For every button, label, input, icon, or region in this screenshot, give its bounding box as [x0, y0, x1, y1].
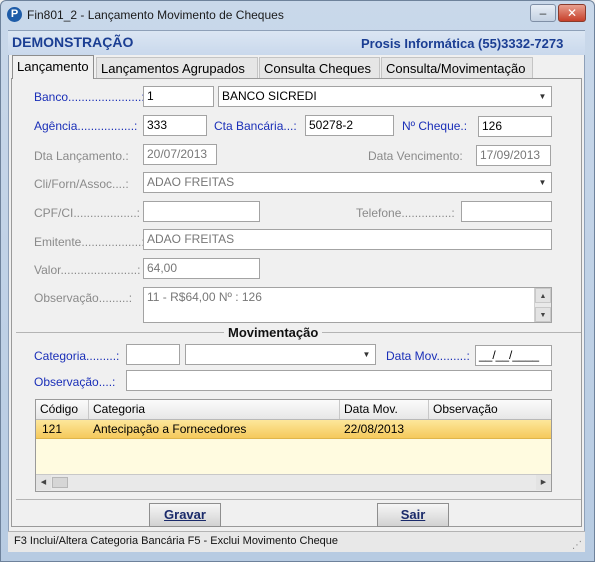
cli-forn-value: ADAO FREITAS: [147, 175, 235, 189]
dta-lancamento-input[interactable]: 20/07/2013: [143, 144, 217, 165]
data-mov-input[interactable]: __/__/____: [475, 345, 552, 366]
row-codigo: 121: [42, 422, 63, 436]
categoria-select[interactable]: ▼: [185, 344, 376, 365]
mov-observacao-input[interactable]: [126, 370, 552, 391]
cli-forn-label: Cli/Forn/Assoc....:: [34, 177, 129, 191]
chevron-down-icon[interactable]: ▼: [534, 173, 551, 192]
valor-label: Valor.......................:: [34, 263, 141, 277]
observacao-value: 11 - R$64,00 Nº : 126: [147, 290, 262, 304]
banco-select[interactable]: BANCO SICREDI ▼: [218, 86, 552, 107]
vendor-info: Prosis Informática (55)3332-7273: [361, 36, 564, 51]
tab-consulta-cheques[interactable]: Consulta Cheques: [259, 57, 380, 78]
window-title: Fin801_2 - Lançamento Movimento de Chequ…: [27, 8, 284, 22]
table-row[interactable]: 121 Antecipação a Fornecedores 22/08/201…: [36, 420, 551, 439]
data-vencimento-input[interactable]: 17/09/2013: [476, 145, 551, 166]
status-text: F3 Inclui/Altera Categoria Bancária F5 -…: [14, 535, 339, 547]
row-data-mov: 22/08/2013: [344, 422, 405, 436]
gravar-button[interactable]: Gravar: [149, 503, 221, 527]
num-cheque-input[interactable]: 126: [478, 116, 552, 137]
agencia-input[interactable]: 333: [143, 115, 207, 136]
data-mov-label: Data Mov.........:: [386, 349, 470, 363]
resize-grip-icon[interactable]: ⋰: [572, 540, 584, 552]
banco-name: BANCO SICREDI: [222, 89, 317, 103]
chevron-down-icon[interactable]: ▼: [534, 87, 551, 106]
grid-header: Código Categoria Data Mov. Observação: [36, 400, 551, 420]
movimentacao-title: Movimentação: [224, 325, 323, 340]
col-categoria-header[interactable]: Categoria: [89, 400, 340, 419]
tab-lancamento[interactable]: Lançamento: [12, 55, 94, 79]
banco-label: Banco......................:: [34, 90, 145, 104]
dta-lancamento-label: Dta Lançamento.:: [34, 149, 129, 163]
data-vencimento-label: Data Vencimento:: [368, 149, 463, 163]
tab-consulta-movimentacao[interactable]: Consulta/Movimentação: [381, 57, 533, 78]
scroll-down-icon[interactable]: ▼: [535, 307, 551, 322]
col-data-mov-header[interactable]: Data Mov.: [340, 400, 429, 419]
col-observacao-header[interactable]: Observação: [429, 400, 551, 419]
observacao-scrollbar[interactable]: ▲ ▼: [534, 288, 551, 322]
mov-observacao-label: Observação....:: [34, 375, 116, 389]
app-logo-icon: P: [7, 7, 22, 22]
close-button[interactable]: ✕: [558, 4, 586, 22]
tab-lancamentos-agrupados[interactable]: Lançamentos Agrupados: [96, 57, 258, 78]
bottom-divider: [16, 499, 581, 500]
scroll-left-icon[interactable]: ◀: [36, 475, 51, 490]
valor-input[interactable]: 64,00: [143, 258, 260, 279]
row-categoria: Antecipação a Fornecedores: [93, 422, 247, 436]
scroll-thumb[interactable]: [52, 477, 68, 488]
cpf-input[interactable]: [143, 201, 260, 222]
scroll-right-icon[interactable]: ▶: [536, 475, 551, 490]
categoria-label: Categoria.........:: [34, 349, 120, 363]
cpf-label: CPF/CI...................:: [34, 206, 141, 220]
emitente-label: Emitente..................:: [34, 235, 145, 249]
emitente-input[interactable]: ADAO FREITAS: [143, 229, 552, 250]
row-observacao: [429, 420, 551, 438]
banco-code-input[interactable]: 1: [143, 86, 214, 107]
movimentos-grid[interactable]: Código Categoria Data Mov. Observação 12…: [35, 399, 552, 492]
col-codigo-header[interactable]: Código: [36, 400, 89, 419]
sair-button[interactable]: Sair: [377, 503, 449, 527]
cta-bancaria-input[interactable]: 50278-2: [305, 115, 394, 136]
chevron-down-icon[interactable]: ▼: [358, 345, 375, 364]
cli-forn-select[interactable]: ADAO FREITAS ▼: [143, 172, 552, 193]
cta-bancaria-label: Cta Bancária...:: [214, 119, 297, 133]
telefone-label: Telefone...............:: [356, 206, 455, 220]
observacao-textarea[interactable]: 11 - R$64,00 Nº : 126 ▲ ▼: [143, 287, 552, 323]
minimize-button[interactable]: –: [530, 4, 556, 22]
telefone-input[interactable]: [461, 201, 552, 222]
company-name: DEMONSTRAÇÃO: [12, 34, 134, 50]
scroll-up-icon[interactable]: ▲: [535, 288, 551, 303]
grid-hscrollbar[interactable]: ◀ ▶: [36, 474, 551, 491]
num-cheque-label: Nº Cheque.:: [402, 119, 468, 133]
categoria-code-input[interactable]: [126, 344, 180, 365]
agencia-label: Agência.................:: [34, 119, 138, 133]
observacao-label: Observação.........:: [34, 291, 133, 305]
